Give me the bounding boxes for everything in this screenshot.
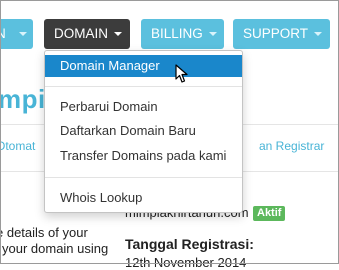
info-text-line1: e details of your [0, 225, 88, 240]
menu-divider [45, 177, 242, 178]
registration-date-label: Tanggal Registrasi: [125, 236, 254, 252]
mouse-pointer-icon [175, 64, 188, 83]
chevron-down-icon [208, 32, 217, 37]
site-logo[interactable]: mpi [0, 84, 46, 115]
nav-billing-button[interactable]: BILLING [141, 19, 224, 49]
chevron-down-icon [114, 32, 122, 37]
menu-item-register-domain[interactable]: Daftarkan Domain Baru [45, 120, 242, 142]
nav-billing-label: BILLING [151, 26, 203, 41]
nav-support-button[interactable]: SUPPORT [233, 19, 330, 49]
menu-item-whois-lookup[interactable]: Whois Lookup [45, 187, 242, 209]
nav-domain-button[interactable]: DOMAIN [44, 19, 130, 49]
menu-item-domain-manager[interactable]: Domain Manager [45, 55, 242, 77]
status-badge: Aktif [253, 206, 286, 221]
nav-domain-label: DOMAIN [54, 26, 108, 41]
menu-item-renew-domain[interactable]: Perbarui Domain [45, 96, 242, 118]
info-text-line2: your domain using [2, 241, 109, 256]
subnav-link-auto[interactable]: Otomat [0, 139, 35, 153]
nav-support-label: SUPPORT [243, 26, 309, 41]
nav-home-button[interactable]: N [0, 19, 33, 49]
menu-item-transfer-domains[interactable]: Transfer Domains pada kami [45, 145, 242, 167]
chevron-down-icon [19, 32, 27, 36]
chevron-down-icon [314, 32, 323, 37]
subnav-link-registrar[interactable]: an Registrar [259, 139, 324, 153]
registration-date-value: 12th November 2014 [125, 255, 247, 270]
nav-home-label: N [0, 26, 6, 41]
domain-dropdown-menu: Domain Manager Perbarui Domain Daftarkan… [44, 50, 243, 213]
menu-divider [45, 86, 242, 87]
